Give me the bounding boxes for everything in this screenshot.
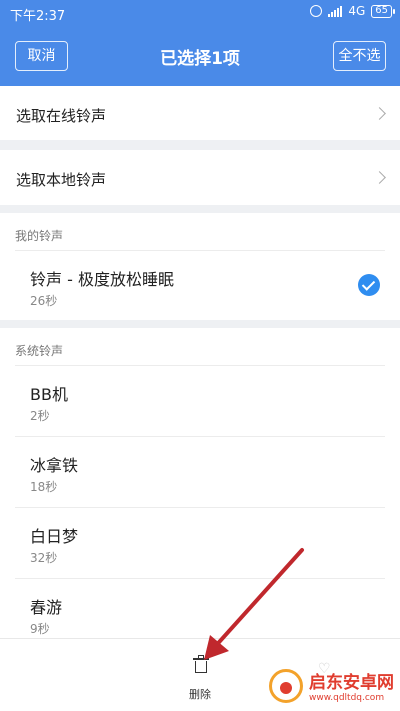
deselect-all-button[interactable]: 全不选 bbox=[333, 41, 386, 71]
ringtone-duration: 9秒 bbox=[30, 622, 50, 636]
divider bbox=[15, 578, 385, 579]
signal-icon bbox=[328, 5, 343, 17]
watermark-logo-icon bbox=[269, 668, 303, 703]
local-ringtone-row[interactable]: 选取本地铃声 bbox=[0, 150, 400, 208]
section-gap bbox=[0, 140, 400, 150]
ringtone-duration: 26秒 bbox=[30, 294, 58, 308]
chevron-right-icon bbox=[373, 107, 386, 120]
divider bbox=[15, 365, 385, 366]
ringtone-item[interactable]: 白日梦 32秒 bbox=[0, 507, 400, 577]
ringtone-item[interactable]: 铃声 - 极度放松睡眠 26秒 bbox=[0, 250, 400, 320]
ringtone-name: 白日梦 bbox=[30, 527, 79, 546]
status-time: 下午2:37 bbox=[10, 9, 66, 24]
battery-icon: 65 bbox=[371, 4, 395, 18]
ringtone-duration: 18秒 bbox=[30, 480, 58, 494]
divider bbox=[15, 507, 385, 508]
status-bar: 下午2:37 4G 65 bbox=[0, 0, 400, 26]
network-type: 4G bbox=[348, 4, 366, 18]
section-gap bbox=[0, 205, 400, 213]
ringtone-duration: 32秒 bbox=[30, 551, 58, 565]
system-ringtones-header: 系统铃声 bbox=[0, 328, 400, 368]
online-ringtone-row[interactable]: 选取在线铃声 bbox=[0, 86, 400, 144]
check-icon[interactable] bbox=[358, 274, 380, 296]
watermark: 启东安卓网 www.qdltdq.com bbox=[269, 668, 394, 703]
ringtone-name: BB机 bbox=[30, 385, 68, 404]
ringtone-item[interactable]: 春游 9秒 bbox=[0, 578, 400, 638]
header-bar: 下午2:37 4G 65 取消 已选择1项 全不选 bbox=[0, 0, 400, 86]
status-icons: 4G 65 bbox=[310, 4, 395, 18]
watermark-title: 启东安卓网 bbox=[309, 673, 394, 693]
ringtone-name: 冰拿铁 bbox=[30, 456, 79, 475]
ringtone-name: 春游 bbox=[30, 598, 63, 617]
alarm-icon bbox=[310, 5, 323, 17]
trash-icon[interactable] bbox=[193, 655, 209, 673]
my-ringtones-header: 我的铃声 bbox=[0, 213, 400, 253]
local-ringtone-label: 选取本地铃声 bbox=[16, 171, 107, 189]
ringtone-item[interactable]: 冰拿铁 18秒 bbox=[0, 436, 400, 506]
section-gap bbox=[0, 320, 400, 328]
ringtone-item[interactable]: BB机 2秒 bbox=[0, 365, 400, 435]
ringtone-duration: 2秒 bbox=[30, 409, 50, 423]
divider bbox=[15, 250, 385, 251]
ringtone-name: 铃声 - 极度放松睡眠 bbox=[30, 270, 174, 289]
watermark-url: www.qdltdq.com bbox=[309, 693, 385, 703]
delete-button-label[interactable]: 删除 bbox=[180, 686, 220, 702]
chevron-right-icon bbox=[373, 171, 386, 184]
divider bbox=[15, 436, 385, 437]
online-ringtone-label: 选取在线铃声 bbox=[16, 107, 107, 125]
